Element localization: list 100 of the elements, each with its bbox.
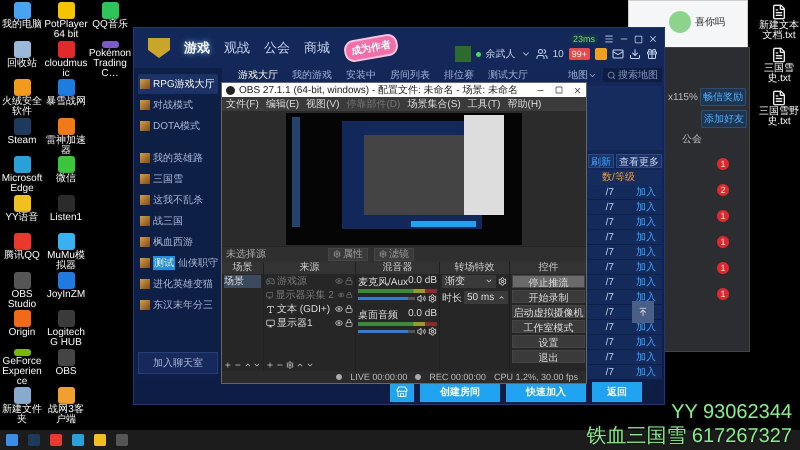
join-link[interactable]: 加入 bbox=[636, 200, 658, 214]
close-icon[interactable] bbox=[648, 34, 658, 44]
join-link[interactable]: 加入 bbox=[636, 290, 658, 304]
desktop-shortcut[interactable]: 战网3客户端 bbox=[44, 387, 88, 426]
desktop-shortcut[interactable]: GeForce Experience bbox=[0, 348, 44, 387]
maximize-icon[interactable] bbox=[555, 86, 563, 94]
tab[interactable]: 我的游戏 bbox=[292, 68, 332, 82]
add-icon[interactable] bbox=[224, 361, 232, 370]
close-icon[interactable] bbox=[573, 86, 582, 94]
tab[interactable]: 安装中 bbox=[346, 68, 376, 82]
settings-icon[interactable] bbox=[428, 327, 437, 336]
down-icon[interactable] bbox=[253, 361, 261, 370]
tab[interactable]: 房间列表 bbox=[390, 68, 430, 82]
sidebar-item[interactable]: 对战模式 bbox=[138, 95, 218, 115]
menu-icon[interactable] bbox=[604, 34, 614, 44]
desktop-shortcut[interactable]: JoyInZM bbox=[44, 272, 88, 310]
join-link[interactable]: 加入 bbox=[636, 260, 658, 274]
sidebar-item[interactable]: 三国雪 bbox=[138, 169, 218, 189]
settings-icon[interactable] bbox=[498, 276, 507, 286]
menu-item[interactable]: 场景集合(S) bbox=[407, 97, 461, 111]
menu-item[interactable]: 视图(V) bbox=[306, 97, 340, 111]
nav-item[interactable]: 游戏 bbox=[184, 39, 210, 57]
store-button[interactable] bbox=[390, 382, 414, 402]
sidebar-item[interactable]: 枫血西游 bbox=[138, 232, 218, 252]
join-link[interactable]: 加入 bbox=[636, 335, 658, 349]
join-link[interactable]: 加入 bbox=[636, 365, 658, 379]
nav-item[interactable]: 商城 bbox=[304, 39, 330, 57]
search-field[interactable]: 搜索地图 bbox=[603, 68, 662, 82]
settings-icon[interactable] bbox=[428, 294, 437, 304]
menu-item[interactable]: 工具(T) bbox=[468, 97, 500, 111]
control-button[interactable]: 启动虚拟摄像机 bbox=[512, 304, 585, 318]
desktop-shortcut[interactable]: 新建文件夹 bbox=[0, 387, 44, 426]
windows-start-icon[interactable] bbox=[6, 434, 18, 446]
desktop-shortcut[interactable]: Steam bbox=[0, 118, 44, 156]
mail-icon[interactable] bbox=[612, 48, 624, 60]
tab[interactable]: 测试大厅 bbox=[488, 68, 528, 82]
menu-item[interactable]: 文件(F) bbox=[226, 97, 259, 111]
message-badge[interactable]: 99+ bbox=[568, 48, 590, 60]
sidebar-item[interactable]: 进化英雄变猫 bbox=[138, 274, 218, 294]
join-link[interactable]: 加入 bbox=[636, 230, 658, 244]
lock-icon[interactable] bbox=[345, 305, 353, 314]
sidebar-item[interactable]: 这我不乱杀 bbox=[138, 190, 218, 210]
desktop-shortcut[interactable]: MuMu模拟器 bbox=[44, 233, 88, 272]
map-dropdown[interactable]: 地图 bbox=[568, 68, 597, 82]
desktop-file[interactable]: 新建文本文档.txt bbox=[758, 4, 800, 41]
join-link[interactable]: 加入 bbox=[636, 275, 658, 289]
scene-item[interactable]: 场景 bbox=[224, 274, 261, 288]
desktop-shortcut[interactable]: 微信 bbox=[44, 156, 88, 194]
control-button[interactable]: 停止推流 bbox=[512, 274, 585, 288]
sidebar-item[interactable]: RPG游戏大厅 bbox=[138, 74, 218, 94]
settings-icon[interactable] bbox=[286, 361, 294, 370]
desktop-shortcut[interactable]: 火绒安全软件 bbox=[0, 79, 44, 118]
menu-item[interactable]: 帮助(H) bbox=[507, 97, 542, 111]
speaker-icon[interactable] bbox=[417, 327, 426, 336]
nav-item[interactable]: 观战 bbox=[224, 39, 250, 57]
desktop-shortcut[interactable]: PotPlayer 64 bit bbox=[44, 2, 88, 40]
add-icon[interactable] bbox=[266, 361, 274, 370]
filters-button[interactable]: 滤镜 bbox=[374, 248, 414, 261]
sidebar-item[interactable]: 测试 仙侠职守 bbox=[138, 253, 218, 273]
nav-item[interactable]: 公会 bbox=[264, 39, 290, 57]
reward-button[interactable]: 畅信奖励 bbox=[700, 88, 746, 106]
add-friend-button[interactable]: 添加好友 bbox=[701, 110, 747, 128]
more-button[interactable]: 查看更多 bbox=[616, 154, 662, 168]
desktop-file[interactable]: 三国雪史.txt bbox=[758, 47, 800, 84]
desktop-shortcut[interactable]: QQ音乐 bbox=[88, 2, 132, 40]
friends-icon[interactable] bbox=[536, 48, 548, 60]
lock-icon[interactable] bbox=[345, 319, 353, 328]
control-button[interactable]: 工作室模式 bbox=[512, 320, 585, 333]
desktop-shortcut[interactable]: 我的电脑 bbox=[0, 2, 44, 40]
properties-button[interactable]: 属性 bbox=[328, 248, 368, 261]
join-chat-button[interactable]: 加入聊天室 bbox=[138, 352, 218, 374]
up-icon[interactable] bbox=[244, 361, 252, 370]
desktop-shortcut[interactable]: Listen1 bbox=[44, 194, 88, 233]
sidebar-item[interactable]: 东汉末年分三 bbox=[138, 295, 218, 315]
desktop-shortcut[interactable]: Microsoft Edge bbox=[0, 156, 44, 194]
join-link[interactable]: 加入 bbox=[636, 185, 658, 199]
scroll-top-button[interactable] bbox=[632, 301, 654, 323]
user-name[interactable]: 余武人 bbox=[486, 47, 516, 61]
sidebar-item[interactable]: DOTA模式 bbox=[138, 116, 218, 136]
tab[interactable]: 排位赛 bbox=[444, 68, 474, 82]
desktop-shortcut[interactable]: cloudmusic bbox=[44, 40, 88, 79]
desktop-shortcut[interactable]: 腾讯QQ bbox=[0, 233, 44, 272]
sidebar-item[interactable]: 我的英雄路 bbox=[138, 148, 218, 168]
duration-field[interactable]: 50 ms bbox=[464, 291, 508, 304]
refresh-button[interactable]: 刷新 bbox=[588, 154, 614, 168]
source-item[interactable]: 文本 (GDI+) bbox=[266, 302, 353, 316]
transition-dropdown[interactable]: 渐变 bbox=[442, 274, 496, 288]
desktop-shortcut[interactable]: 回收站 bbox=[0, 40, 44, 79]
speaker-icon[interactable] bbox=[417, 294, 426, 304]
join-link[interactable]: 加入 bbox=[636, 245, 658, 259]
desktop-shortcut[interactable]: Logitech G HUB bbox=[44, 310, 88, 348]
gift-icon[interactable] bbox=[646, 48, 658, 60]
download-icon[interactable] bbox=[629, 48, 641, 60]
desktop-shortcut[interactable]: YY语音 bbox=[0, 194, 44, 233]
source-item[interactable]: 显示器1 bbox=[266, 316, 353, 330]
desktop-shortcut[interactable]: Origin bbox=[0, 310, 44, 348]
control-button[interactable]: 设置 bbox=[512, 334, 585, 348]
join-link[interactable]: 加入 bbox=[636, 215, 658, 229]
control-button[interactable]: 退出 bbox=[512, 350, 585, 363]
sidebar-item[interactable]: 战三国 bbox=[138, 211, 218, 231]
